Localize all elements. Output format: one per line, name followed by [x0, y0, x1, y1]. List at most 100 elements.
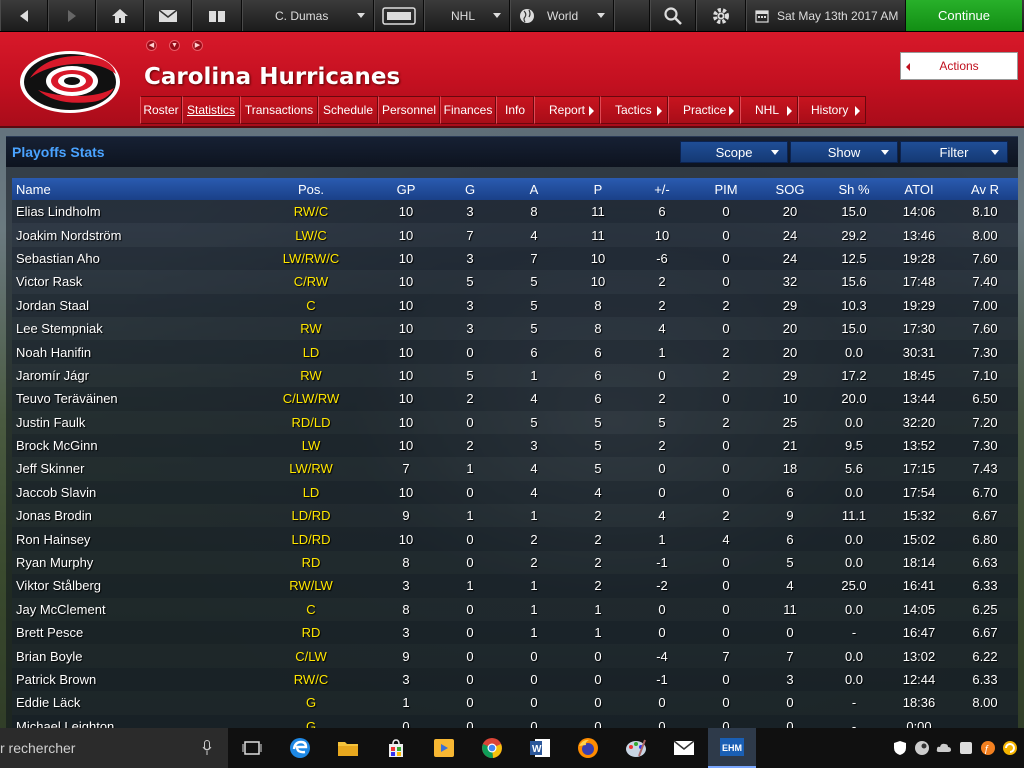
- table-row[interactable]: Ron Hainsey LD/RD 10 0 2 2 1 4 6 0.0 15:02 6.80: [12, 527, 1018, 551]
- settings-button[interactable]: [696, 0, 746, 31]
- flash-icon[interactable]: ƒ: [980, 740, 996, 756]
- column-header[interactable]: SOG: [758, 178, 822, 200]
- tab-report[interactable]: Report: [534, 96, 600, 124]
- tab-finances[interactable]: Finances: [440, 96, 496, 124]
- media-app[interactable]: [420, 728, 468, 768]
- inbox-button[interactable]: [144, 0, 192, 31]
- player-name-cell[interactable]: Jay McClement: [12, 597, 248, 622]
- player-name-cell[interactable]: Joakim Nordström: [12, 223, 248, 247]
- cloud-icon[interactable]: [936, 740, 952, 756]
- column-header[interactable]: +/-: [630, 178, 694, 200]
- word-app[interactable]: W: [516, 728, 564, 768]
- player-name-cell[interactable]: Patrick Brown: [12, 667, 248, 692]
- book-button[interactable]: [192, 0, 242, 31]
- app-tray-icon[interactable]: [958, 740, 974, 756]
- player-name-cell[interactable]: Brett Pesce: [12, 621, 248, 645]
- tab-roster[interactable]: Roster: [140, 96, 182, 124]
- tab-transactions[interactable]: Transactions: [240, 96, 318, 124]
- player-name-cell[interactable]: Teuvo Teräväinen: [12, 387, 248, 411]
- file-explorer-app[interactable]: [324, 728, 372, 768]
- continue-button[interactable]: Continue: [906, 0, 1022, 31]
- table-row[interactable]: Teuvo Teräväinen C/LW/RW 10 2 4 6 2 0 10 20.0 13:4…: [12, 387, 1018, 411]
- tab-schedule[interactable]: Schedule: [318, 96, 378, 124]
- column-header[interactable]: G: [438, 178, 502, 200]
- previous-team-button[interactable]: ◀: [146, 40, 157, 51]
- manager-dropdown[interactable]: C. Dumas: [242, 0, 374, 31]
- back-button[interactable]: [0, 0, 48, 31]
- tab-tactics[interactable]: Tactics: [600, 96, 668, 124]
- table-row[interactable]: Brett Pesce RD 3 0 1 1 0 0 0-16:47 6.67: [12, 621, 1018, 645]
- scope-dropdown[interactable]: Scope: [680, 141, 788, 163]
- column-header[interactable]: Pos.: [248, 178, 374, 200]
- column-header[interactable]: P: [566, 178, 630, 200]
- tab-practice[interactable]: Practice: [668, 96, 740, 124]
- table-row[interactable]: Jonas Brodin LD/RD 9 1 1 2 4 2 9 11.1 15:32 6.67: [12, 504, 1018, 528]
- table-row[interactable]: Jordan Staal C 10 3 5 8 2 2 29 10.3 19:29 7.00: [12, 293, 1018, 317]
- table-row[interactable]: Brian Boyle C/LW 9 0 0 0 -4 7 7 0.0 13:02 6.22: [12, 644, 1018, 668]
- table-row[interactable]: Noah Hanifin LD 10 0 6 6 1 2 20 0.0 30:31 7.30: [12, 340, 1018, 364]
- player-name-cell[interactable]: Brian Boyle: [12, 644, 248, 668]
- tab-info[interactable]: Info: [496, 96, 534, 124]
- player-name-cell[interactable]: Sebastian Aho: [12, 246, 248, 271]
- home-button[interactable]: [96, 0, 144, 31]
- team-list-button[interactable]: ▼: [169, 40, 180, 51]
- date-display[interactable]: Sat May 13th 2017 AM: [746, 0, 906, 31]
- firefox-app[interactable]: [564, 728, 612, 768]
- league-dropdown[interactable]: NHL: [424, 0, 510, 31]
- tab-personnel[interactable]: Personnel: [378, 96, 440, 124]
- player-name-cell[interactable]: Jaromír Jágr: [12, 363, 248, 388]
- league-logo-button[interactable]: [374, 0, 424, 31]
- steam-icon[interactable]: [914, 740, 930, 756]
- table-row[interactable]: Victor Rask C/RW 10 5 5 10 2 0 32 15.6 17:48 7.40: [12, 270, 1018, 294]
- table-row[interactable]: Elias Lindholm RW/C 10 3 8 11 6 0 20 15.0 14:06 8.1…: [12, 200, 1018, 224]
- tab-statistics[interactable]: Statistics: [182, 96, 240, 124]
- table-row[interactable]: Joakim Nordström LW/C 10 7 4 11 10 0 24 29.2 13:46…: [12, 223, 1018, 247]
- table-row[interactable]: Jeff Skinner LW/RW 7 1 4 5 0 0 18 5.6 17:15 7.43: [12, 457, 1018, 481]
- column-header[interactable]: ATOI: [886, 178, 952, 200]
- player-name-cell[interactable]: Ryan Murphy: [12, 550, 248, 575]
- player-name-cell[interactable]: Ron Hainsey: [12, 527, 248, 551]
- microphone-icon[interactable]: [202, 740, 212, 756]
- player-name-cell[interactable]: Jeff Skinner: [12, 457, 248, 481]
- player-name-cell[interactable]: Lee Stempniak: [12, 316, 248, 341]
- column-header[interactable]: GP: [374, 178, 438, 200]
- table-row[interactable]: Ryan Murphy RD 8 0 2 2 -1 0 5 0.0 18:14 6.63: [12, 550, 1018, 575]
- table-row[interactable]: Lee Stempniak RW 10 3 5 8 4 0 20 15.0 17:30 7.60: [12, 316, 1018, 341]
- column-header[interactable]: PIM: [694, 178, 758, 200]
- column-header[interactable]: Sh %: [822, 178, 886, 200]
- table-row[interactable]: Sebastian Aho LW/RW/C 10 3 7 10 -6 0 24 12.5 19:28…: [12, 246, 1018, 271]
- paint-app[interactable]: [612, 728, 660, 768]
- tab-history[interactable]: History: [798, 96, 866, 124]
- table-row[interactable]: Eddie Läck G 1 0 0 0 0 0 0-18:36 8.00: [12, 691, 1018, 715]
- show-dropdown[interactable]: Show: [790, 141, 898, 163]
- filter-dropdown[interactable]: Filter: [900, 141, 1008, 163]
- player-name-cell[interactable]: Jonas Brodin: [12, 504, 248, 528]
- forward-button[interactable]: [48, 0, 96, 31]
- table-row[interactable]: Jaromír Jágr RW 10 5 1 6 0 2 29 17.2 18:45 7.10: [12, 363, 1018, 388]
- chrome-app[interactable]: [468, 728, 516, 768]
- shield-icon[interactable]: [892, 740, 908, 756]
- store-app[interactable]: [372, 728, 420, 768]
- table-row[interactable]: Jay McClement C 8 0 1 1 0 0 11 0.0 14:05 6.25: [12, 597, 1018, 622]
- table-row[interactable]: Viktor Stålberg RW/LW 3 1 1 2 -2 0 4 25.0 16:41 6.3…: [12, 574, 1018, 598]
- search-button[interactable]: [650, 0, 696, 31]
- player-name-cell[interactable]: Viktor Stålberg: [12, 574, 248, 598]
- next-team-button[interactable]: ▶: [192, 40, 203, 51]
- player-name-cell[interactable]: Noah Hanifin: [12, 340, 248, 364]
- update-icon[interactable]: [1002, 740, 1018, 756]
- table-row[interactable]: Justin Faulk RD/LD 10 0 5 5 5 2 25 0.0 32:20 7.20: [12, 410, 1018, 434]
- table-row[interactable]: Brock McGinn LW 10 2 3 5 2 0 21 9.5 13:52 7.30: [12, 433, 1018, 458]
- table-row[interactable]: Patrick Brown RW/C 3 0 0 0 -1 0 3 0.0 12:44 6.33: [12, 667, 1018, 692]
- player-name-cell[interactable]: Eddie Läck: [12, 691, 248, 715]
- actions-button[interactable]: Actions: [900, 52, 1018, 80]
- player-name-cell[interactable]: Victor Rask: [12, 270, 248, 294]
- tab-nhl[interactable]: NHL: [740, 96, 798, 124]
- ehm-app[interactable]: EHM: [708, 728, 756, 768]
- mail-app[interactable]: [660, 728, 708, 768]
- player-name-cell[interactable]: Elias Lindholm: [12, 200, 248, 224]
- player-name-cell[interactable]: Brock McGinn: [12, 433, 248, 458]
- player-name-cell[interactable]: Jordan Staal: [12, 293, 248, 317]
- edge-app[interactable]: [276, 728, 324, 768]
- column-header[interactable]: Name: [12, 178, 248, 200]
- region-dropdown[interactable]: World: [510, 0, 614, 31]
